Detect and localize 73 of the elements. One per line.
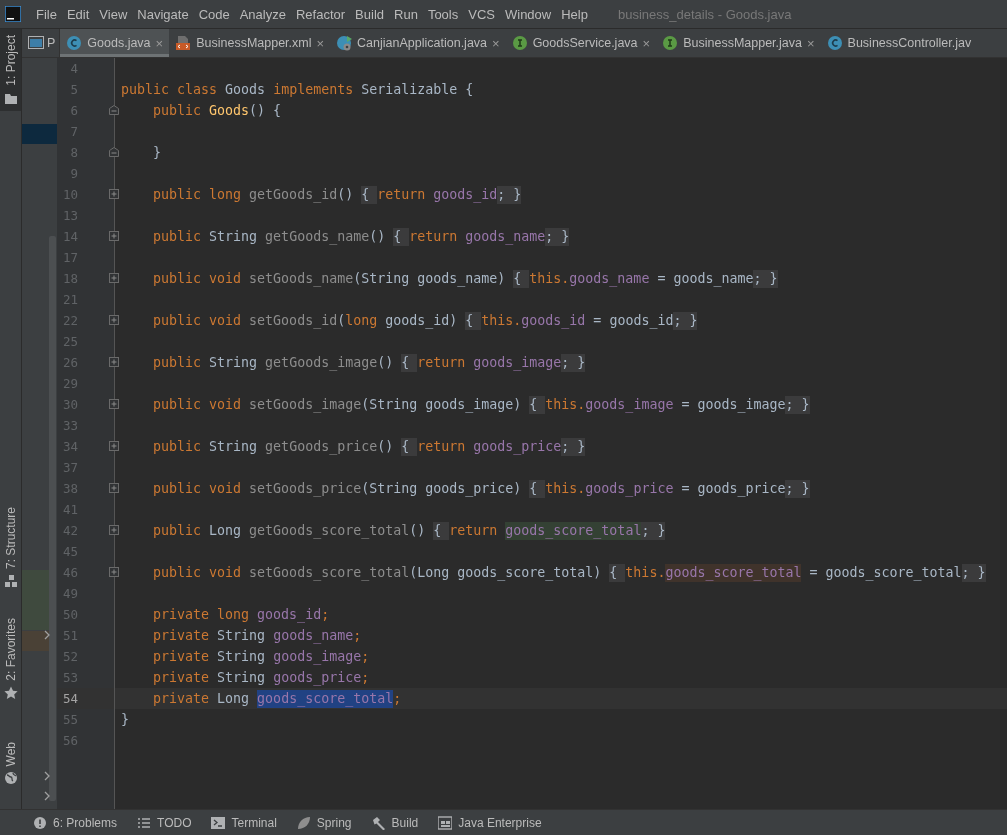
code-line: public void setGoods_score_total(Long goods_score_total) { this.goods_score_total = goods_score_total; } [152,563,987,583]
tool-window-button[interactable]: 7: Structure [0,500,21,594]
info-circle-icon [33,815,47,830]
close-icon[interactable]: × [807,35,815,51]
structure-icon [3,573,18,588]
editor-tab[interactable]: CanjianApplication.java × [330,29,506,57]
tool-window-button[interactable]: 2: Favorites [0,611,21,706]
selected-row [22,124,57,144]
code-line: } [152,144,163,162]
code-line: public long getGoods_id() { return goods_id; } [152,185,523,205]
interface-icon [511,35,528,51]
menu-item[interactable]: Help [556,6,593,22]
interface-icon [662,35,679,51]
menu-item[interactable]: File [31,6,62,22]
code-line: public Long getGoods_score_total() { return goods_score_total; } [152,521,667,541]
class-icon [66,35,83,51]
code-line: private String goods_price; [152,669,371,688]
menu-item[interactable]: Build [350,6,389,22]
tool-window-button[interactable]: Web [0,735,21,791]
menu-item[interactable]: Edit [61,6,95,22]
editor-tab[interactable]: BusinessMapper.xml × [169,29,331,57]
menu-item[interactable]: Analyze [234,6,291,22]
menu-item[interactable]: Navigate [132,6,194,22]
tool-window-button[interactable]: 6: Problems [30,815,121,830]
app-logo-icon [5,6,21,22]
code-line: public void setGoods_image(String goods_image) { this.goods_image = goods_image; } [152,395,811,415]
globe-icon [3,771,18,785]
tool-window-button[interactable]: TODO [134,815,195,830]
tool-window-button[interactable]: Build [368,815,422,830]
menu-item[interactable]: View [94,6,133,22]
code-line: public void setGoods_id(long goods_id) { this.goods_id = goods_id; } [152,311,699,331]
scrollbar-thumb[interactable] [49,236,56,801]
close-icon[interactable]: × [642,35,651,51]
tool-window-button[interactable]: Terminal [208,815,280,830]
window-grid-icon [438,815,453,830]
code-line: } [120,711,130,729]
editor-tab[interactable]: Goods.java × [60,29,170,57]
window-title: business_details - Goods.java [617,6,792,22]
close-icon[interactable]: × [316,35,325,51]
class-icon [826,35,843,51]
editor-tab[interactable]: BusinessController.jav [820,29,978,57]
star-icon [3,685,18,700]
tool-window-button[interactable]: 1: Project [0,29,21,111]
code-line: private String goods_name; [152,627,363,646]
tool-window-button[interactable]: Java Enterprise [435,815,545,830]
tool-window-button[interactable]: Spring [293,815,355,830]
menu-item[interactable]: Tools [422,6,464,22]
code-line: public class Goods implements Serializable { [120,81,475,99]
code-line: public void setGoods_name(String goods_name) { this.goods_name = goods_name; } [152,269,779,289]
hammer-icon [371,815,386,830]
window-icon [28,35,44,51]
code-line: public Goods() { [152,102,283,120]
code-line: public String getGoods_name() { return goods_name; } [152,227,571,247]
code-line: private String goods_image; [152,648,371,667]
chevron-right-icon [44,630,51,640]
xml-file-icon [175,35,192,51]
editor-tab[interactable]: BusinessMapper.java × [656,29,821,57]
list-icon [137,815,152,830]
editor-tab[interactable]: GoodsService.java × [505,29,657,57]
menu-item[interactable]: Code [193,6,235,22]
code-line: public void setGoods_price(String goods_price) { this.goods_price = goods_price; } [152,479,811,499]
code-line: public String getGoods_image() { return goods_image; } [152,353,587,373]
close-icon[interactable]: × [492,35,500,51]
close-icon[interactable]: × [155,35,164,51]
code-line: public String getGoods_price() { return goods_price; } [152,437,587,457]
menu-item[interactable]: Run [389,6,423,22]
menu-item[interactable]: VCS [463,6,500,22]
menu-item[interactable]: Refactor [290,6,351,22]
code-line: private long goods_id; [152,606,331,625]
run-class-icon [336,35,353,51]
menu-item[interactable]: Window [499,6,557,22]
leaf-icon [296,815,311,830]
terminal-icon [211,815,226,830]
